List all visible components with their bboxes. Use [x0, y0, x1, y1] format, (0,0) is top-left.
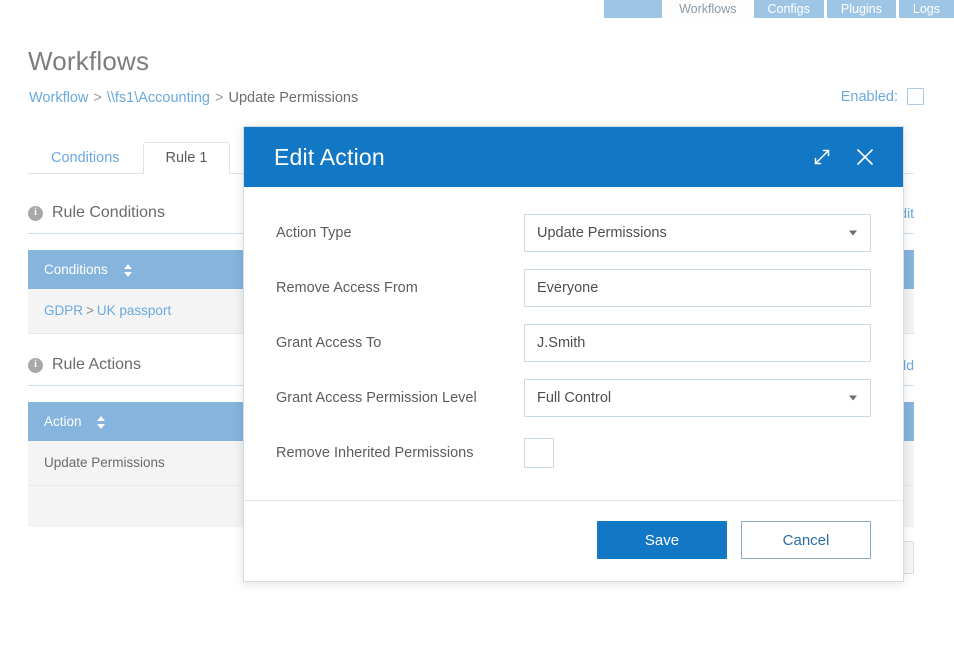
breadcrumb-separator-1: > — [93, 90, 101, 106]
edit-action-modal: Edit Action — [243, 126, 904, 582]
top-tab-plugins[interactable]: Plugins — [827, 0, 896, 18]
enabled-checkbox[interactable] — [907, 88, 924, 105]
close-icon[interactable] — [854, 146, 876, 168]
field-remove-inherited-permissions: Remove Inherited Permissions — [276, 434, 871, 472]
field-action-type: Action Type — [276, 214, 871, 252]
grant-access-to-input[interactable] — [524, 324, 871, 362]
field-remove-access-from-label: Remove Access From — [276, 280, 524, 296]
condition-separator: > — [86, 303, 94, 318]
enabled-label: Enabled: — [841, 89, 898, 105]
top-tab-configs[interactable]: Configs — [754, 0, 824, 18]
field-remove-inherited-permissions-label: Remove Inherited Permissions — [276, 445, 524, 461]
field-remove-inherited-permissions-control — [524, 438, 871, 468]
field-action-type-label: Action Type — [276, 225, 524, 241]
modal-footer: Save Cancel — [244, 500, 903, 581]
breadcrumb-current: Update Permissions — [228, 90, 358, 106]
sort-arrows-icon[interactable] — [97, 416, 106, 429]
grant-permission-level-select[interactable] — [524, 379, 871, 417]
field-grant-permission-level-control — [524, 379, 871, 417]
conditions-column-label: Conditions — [44, 262, 108, 277]
tab-rule-1-label: Rule 1 — [166, 150, 208, 166]
field-grant-access-to-control — [524, 324, 871, 362]
top-tab-partial[interactable] — [604, 0, 662, 18]
modal-title: Edit Action — [274, 144, 385, 171]
remove-access-from-input[interactable] — [524, 269, 871, 307]
field-grant-access-to: Grant Access To — [276, 324, 871, 362]
top-tab-logs-label: Logs — [913, 3, 940, 16]
field-grant-access-to-label: Grant Access To — [276, 335, 524, 351]
tab-conditions[interactable]: Conditions — [28, 142, 143, 175]
enabled-control: Enabled: — [841, 88, 924, 105]
top-tab-plugins-label: Plugins — [841, 3, 882, 16]
breadcrumb-link-path[interactable]: \\fs1\Accounting — [107, 90, 210, 106]
action-type-select[interactable] — [524, 214, 871, 252]
breadcrumb-separator-2: > — [215, 90, 223, 106]
field-grant-permission-level: Grant Access Permission Level — [276, 379, 871, 417]
action-column-label: Action — [44, 414, 82, 429]
info-icon: i — [28, 358, 43, 373]
modal-header-actions — [812, 146, 876, 168]
info-icon: i — [28, 206, 43, 221]
condition-group-link[interactable]: GDPR — [44, 303, 83, 318]
field-remove-access-from-control — [524, 269, 871, 307]
field-remove-access-from: Remove Access From — [276, 269, 871, 307]
sort-arrows-icon[interactable] — [124, 264, 133, 277]
field-action-type-control — [524, 214, 871, 252]
top-tab-logs[interactable]: Logs — [899, 0, 954, 18]
top-tab-configs-label: Configs — [768, 3, 810, 16]
rule-conditions-title: Rule Conditions — [52, 204, 165, 222]
breadcrumb: Workflow > \\fs1\Accounting > Update Permiss… — [29, 90, 358, 106]
page-title: Workflows — [28, 46, 149, 77]
top-tab-workflows-label: Workflows — [679, 3, 736, 16]
field-grant-permission-level-label: Grant Access Permission Level — [276, 390, 524, 406]
rule-tab-strip: Conditions Rule 1 — [28, 141, 230, 174]
expand-arrows-icon[interactable] — [812, 147, 832, 167]
modal-body: Action Type Remove Access From Grant Acc… — [244, 187, 903, 500]
save-button[interactable]: Save — [597, 521, 727, 559]
remove-inherited-permissions-checkbox[interactable] — [524, 438, 554, 468]
cancel-button[interactable]: Cancel — [741, 521, 871, 559]
modal-header: Edit Action — [244, 127, 903, 187]
top-tab-strip: Workflows Configs Plugins Logs — [0, 0, 954, 18]
rule-actions-title: Rule Actions — [52, 356, 141, 374]
top-tab-workflows[interactable]: Workflows — [665, 0, 750, 18]
tab-rule-1[interactable]: Rule 1 — [143, 142, 231, 175]
tab-conditions-label: Conditions — [51, 150, 120, 166]
breadcrumb-link-workflow[interactable]: Workflow — [29, 90, 88, 106]
condition-item-link[interactable]: UK passport — [97, 303, 171, 318]
